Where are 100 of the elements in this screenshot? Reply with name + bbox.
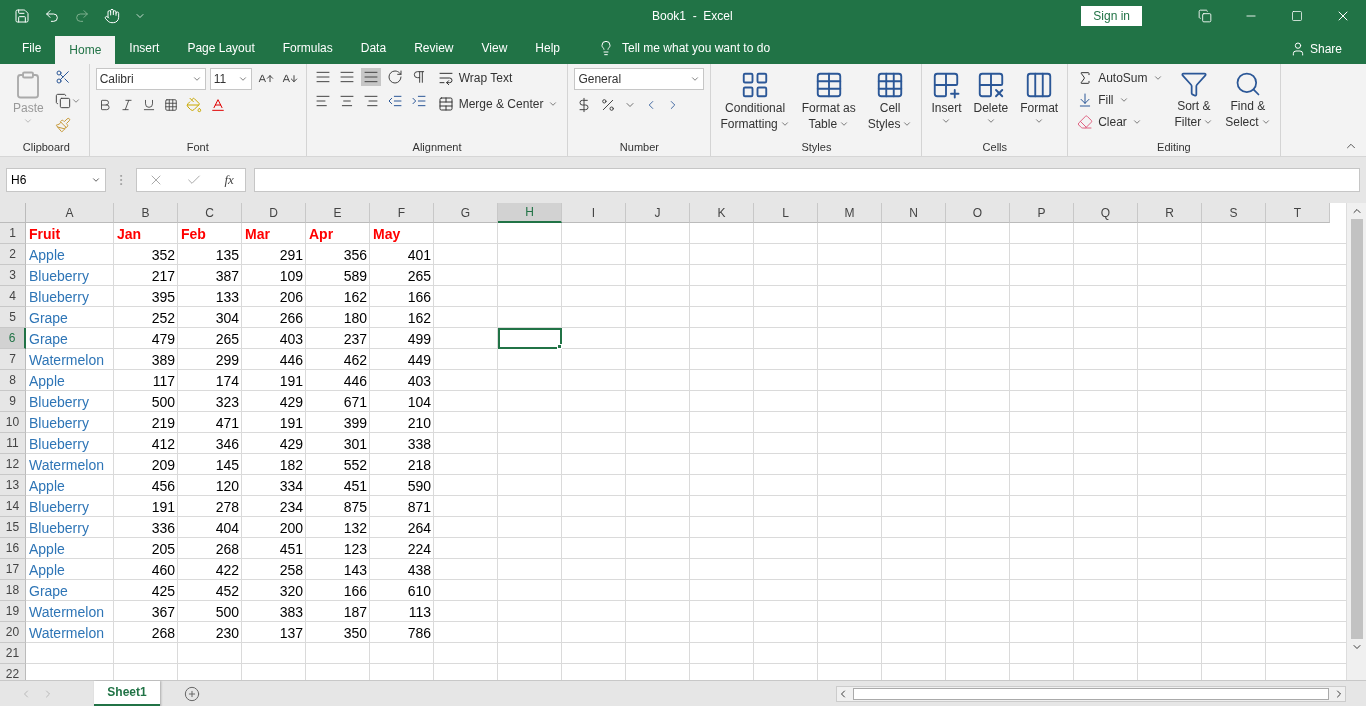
sign-in-button[interactable]: Sign in [1081, 6, 1142, 26]
new-sheet-button[interactable] [182, 684, 202, 703]
editing-button[interactable]: Sort & Filter [1171, 68, 1217, 138]
orientation-icon [386, 69, 403, 85]
fill-button[interactable]: Fill [1074, 90, 1166, 110]
name-box[interactable]: H6 [6, 168, 106, 192]
table-cell-text: Grape [28, 308, 69, 328]
insert-function-button[interactable]: fx [224, 172, 234, 188]
column-header[interactable]: A [26, 203, 114, 223]
column-header[interactable]: L [754, 203, 818, 223]
row-header[interactable]: 9 [0, 391, 26, 412]
table-cell-text: 291 [278, 245, 304, 265]
row-header[interactable]: 5 [0, 307, 26, 328]
copy-icon [54, 93, 71, 109]
table-cell-text: 268 [150, 623, 176, 643]
ribbon-tab[interactable]: Formulas [268, 34, 347, 62]
column-header[interactable]: C [178, 203, 242, 223]
ribbon-tab[interactable]: Home [55, 36, 116, 64]
autosum-button[interactable]: AutoSum [1074, 68, 1166, 88]
column-header[interactable]: T [1266, 203, 1330, 223]
scrollbar-thumb[interactable] [1350, 219, 1363, 639]
column-header[interactable]: M [818, 203, 882, 223]
table-cell-text: 383 [278, 602, 304, 622]
row-header[interactable]: 17 [0, 559, 26, 580]
tell-me-field[interactable]: Tell me what you want to do [592, 34, 777, 62]
row-header[interactable]: 14 [0, 496, 26, 517]
caret-icon [1203, 117, 1214, 127]
column-header[interactable]: N [882, 203, 946, 223]
row-header[interactable]: 13 [0, 475, 26, 496]
save-button[interactable] [12, 7, 32, 25]
row-header[interactable]: 18 [0, 580, 26, 601]
column-header[interactable]: R [1138, 203, 1202, 223]
column-header[interactable]: O [946, 203, 1010, 223]
column-header[interactable]: F [370, 203, 434, 223]
ribbon-tab[interactable]: File [8, 34, 56, 62]
share-button[interactable]: Share [1283, 40, 1348, 58]
bottom-align-button[interactable] [360, 68, 381, 86]
font-size-field[interactable]: 11 [209, 68, 252, 90]
font-name-field[interactable]: Calibri [95, 68, 206, 90]
horizontal-scrollbar[interactable] [836, 685, 1346, 702]
underline-icon [141, 98, 156, 112]
row-header[interactable]: 11 [0, 433, 26, 454]
wrap-text-button[interactable]: Wrap Text [434, 68, 562, 88]
formula-field[interactable] [254, 168, 1360, 192]
column-header[interactable]: K [690, 203, 754, 223]
cells-button[interactable]: Insert [928, 68, 965, 138]
column-header[interactable]: G [434, 203, 498, 223]
align-middle-icon [338, 69, 355, 85]
editing-button[interactable]: Find & Select [1222, 68, 1274, 138]
cells-button[interactable]: Format [1017, 68, 1062, 138]
group-label: Clipboard [21, 140, 71, 155]
styles-button[interactable]: Cell Styles [864, 68, 916, 138]
row-header[interactable]: 21 [0, 643, 26, 664]
table-cell-text: Fruit [28, 224, 62, 244]
row-header[interactable]: 12 [0, 454, 26, 475]
column-header[interactable]: D [242, 203, 306, 223]
number-format-field[interactable]: General [574, 68, 705, 90]
touch-mode-button[interactable] [102, 7, 122, 25]
column-header[interactable]: B [114, 203, 178, 223]
ribbon-tab[interactable]: View [467, 34, 522, 62]
row-header[interactable]: 2 [0, 244, 26, 265]
ribbon-tab[interactable]: Data [346, 34, 401, 62]
caret-icon [839, 119, 850, 129]
column-header[interactable]: P [1010, 203, 1074, 223]
column-header[interactable]: I [562, 203, 626, 223]
row-header[interactable]: 7 [0, 349, 26, 370]
table-cell-text: 422 [214, 560, 240, 580]
row-header[interactable]: 15 [0, 517, 26, 538]
row-header[interactable]: 22 [0, 664, 26, 680]
table-cell-text: 191 [150, 497, 176, 517]
clear-button[interactable]: Clear [1074, 112, 1166, 132]
row-header[interactable]: 8 [0, 370, 26, 391]
row-header[interactable]: 16 [0, 538, 26, 559]
column-header[interactable]: H [498, 203, 562, 223]
row-header[interactable]: 20 [0, 622, 26, 643]
column-header[interactable]: Q [1074, 203, 1138, 223]
selected-cell[interactable] [498, 328, 562, 349]
table-cell-text: 479 [150, 329, 176, 349]
column-header[interactable]: S [1202, 203, 1266, 223]
column-header[interactable]: J [626, 203, 690, 223]
table-cell-text: Grape [28, 329, 69, 349]
table-cell-text: 499 [406, 329, 432, 349]
styles-button[interactable]: Format as Table [798, 68, 859, 138]
cells-button[interactable]: Delete [970, 68, 1012, 138]
row-header[interactable]: 3 [0, 265, 26, 286]
merge-center-button[interactable]: Merge & Center [434, 94, 562, 114]
ribbon-tab[interactable]: Insert [115, 34, 174, 62]
sheet-tab[interactable]: Sheet1 [94, 680, 160, 706]
row-header[interactable]: 10 [0, 412, 26, 433]
ribbon-tab[interactable]: Help [521, 34, 574, 62]
align-left-icon [314, 93, 331, 109]
row-header[interactable]: 1 [0, 223, 26, 244]
column-header[interactable]: E [306, 203, 370, 223]
styles-button[interactable]: Conditional Formatting [717, 68, 793, 138]
row-header[interactable]: 19 [0, 601, 26, 622]
table-cell-text: Grape [28, 581, 69, 601]
row-header[interactable]: 6 [0, 328, 26, 349]
ribbon-tab[interactable]: Page Layout [173, 34, 269, 62]
row-header[interactable]: 4 [0, 286, 26, 307]
ribbon-tab[interactable]: Review [400, 34, 468, 62]
